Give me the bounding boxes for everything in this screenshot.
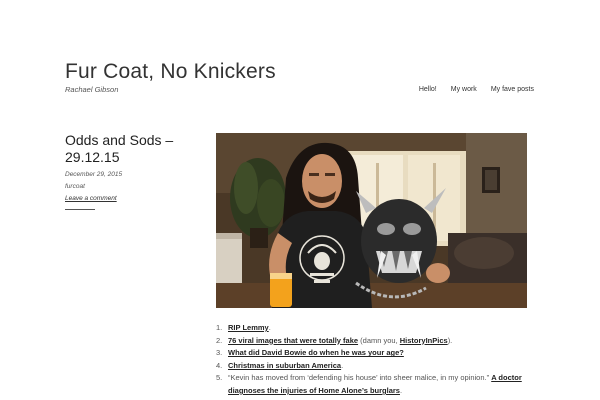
list-item: 2. 76 viral images that were totally fake…: [216, 335, 546, 348]
list-item: 4. Christmas in suburban America.: [216, 360, 546, 373]
list-text: .: [341, 360, 344, 370]
list-link[interactable]: diagnoses the injuries of Home Alone’s b…: [228, 386, 400, 395]
list-number: 2.: [216, 335, 223, 345]
photo-illustration: [216, 133, 527, 308]
post-title[interactable]: Odds and Sods – 29.12.15: [65, 132, 185, 166]
list-link[interactable]: Christmas in suburban America: [228, 361, 341, 370]
list-number: 5.: [216, 373, 223, 383]
list-link[interactable]: HistoryInPics: [400, 336, 448, 345]
list-link[interactable]: A doctor: [491, 373, 522, 382]
list-text: (damn you,: [358, 335, 400, 345]
list-text: .: [268, 323, 271, 332]
list-link[interactable]: RIP Lemmy: [228, 323, 269, 332]
post-link-list: 1. RIP Lemmy. 2. 76 viral images that were…: [216, 322, 546, 398]
nav-item-fave-posts[interactable]: My fave posts: [491, 86, 534, 93]
main-navigation: Hello! My work My fave posts: [419, 86, 534, 93]
list-text: “Kevin has moved from ‘defending his hou…: [228, 373, 492, 383]
post-author[interactable]: furcoat: [65, 183, 85, 190]
post-date[interactable]: December 29, 2015: [65, 171, 122, 178]
post-featured-image: [216, 133, 527, 308]
list-item: 1. RIP Lemmy.: [216, 322, 546, 335]
nav-item-my-work[interactable]: My work: [451, 86, 477, 93]
list-text: ).: [447, 335, 453, 345]
list-item: diagnoses the injuries of Home Alone’s b…: [216, 385, 546, 398]
list-item: 3. What did David Bowie do when he was yo…: [216, 347, 546, 360]
list-number: 4.: [216, 360, 223, 370]
list-text: .: [399, 385, 403, 395]
list-number: 3.: [216, 348, 223, 358]
list-item: 5. “Kevin has moved from ‘defending his h…: [216, 372, 546, 385]
leave-comment-link[interactable]: Leave a comment: [65, 195, 117, 202]
site-title[interactable]: Fur Coat, No Knickers: [65, 60, 276, 84]
nav-item-hello[interactable]: Hello!: [419, 86, 437, 93]
list-number: 1.: [216, 323, 223, 332]
list-link[interactable]: What did David Bowie do when he was your…: [228, 348, 404, 357]
list-link[interactable]: 76 viral images that were totally fake: [228, 336, 358, 345]
site-description: Rachael Gibson: [65, 85, 119, 94]
meta-divider: [65, 209, 95, 210]
